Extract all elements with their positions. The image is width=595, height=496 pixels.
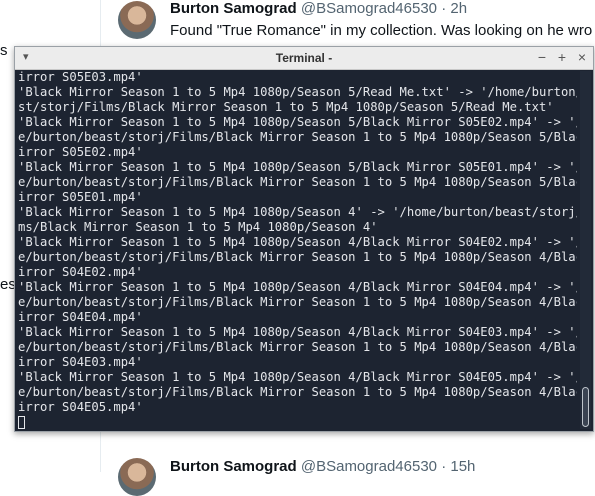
terminal-line: e/burton/beast/storj/Films/Black Mirror … [18, 385, 577, 399]
terminal-line: 'Black Mirror Season 1 to 5 Mp4 1080p/Se… [18, 160, 577, 174]
terminal-line: st/storj/Films/Black Mirror Season 1 to … [18, 100, 554, 114]
terminal-line: e/burton/beast/storj/Films/Black Mirror … [18, 175, 577, 189]
terminal-line: irror S05E03.mp4' [18, 70, 143, 84]
terminal-line: 'Black Mirror Season 1 to 5 Mp4 1080p/Se… [18, 235, 577, 249]
maximize-button[interactable]: + [555, 49, 569, 65]
terminal-line: irror S04E02.mp4' [18, 265, 143, 279]
terminal-line: 'Black Mirror Season 1 to 5 Mp4 1080p/Se… [18, 115, 577, 129]
terminal-title: Terminal - [275, 51, 333, 65]
close-button[interactable]: × [575, 49, 589, 65]
post-author-name[interactable]: Burton Samograd [170, 458, 297, 475]
terminal-line: e/burton/beast/storj/Films/Black Mirror … [18, 250, 577, 264]
terminal-window[interactable]: ▾ Terminal - − + × irror S05E03.mp4' 'Bl… [14, 46, 594, 432]
terminal-line: 'Black Mirror Season 1 to 5 Mp4 1080p/Se… [18, 205, 577, 219]
side-text-fragment: s [0, 42, 8, 59]
terminal-scrollbar[interactable] [580, 71, 591, 429]
terminal-line: 'Black Mirror Season 1 to 5 Mp4 1080p/Se… [18, 370, 577, 384]
post-header: Burton Samograd @BSamograd46530 · 2h [170, 0, 467, 17]
post-text: Found "True Romance" in my collection. W… [170, 22, 593, 39]
text-cursor [18, 416, 25, 429]
terminal-line: irror S05E02.mp4' [18, 145, 143, 159]
post-header: Burton Samograd @BSamograd46530 · 15h [170, 458, 475, 475]
avatar[interactable] [118, 458, 156, 496]
terminal-line: e/burton/beast/storj/Films/Black Mirror … [18, 130, 577, 144]
terminal-line: 'Black Mirror Season 1 to 5 Mp4 1080p/Se… [18, 280, 577, 294]
scrollbar-thumb[interactable] [582, 387, 589, 427]
terminal-line: irror S04E03.mp4' [18, 355, 143, 369]
post-author-name[interactable]: Burton Samograd [170, 0, 297, 17]
post-author-handle[interactable]: @BSamograd46530 [301, 458, 437, 475]
terminal-line: 'Black Mirror Season 1 to 5 Mp4 1080p/Se… [18, 325, 577, 339]
terminal-line: irror S04E05.mp4' [18, 400, 143, 414]
minimize-button[interactable]: − [535, 49, 549, 65]
terminal-line: irror S04E04.mp4' [18, 310, 143, 324]
terminal-titlebar[interactable]: ▾ Terminal - − + × [15, 47, 593, 70]
terminal-line: irror S05E01.mp4' [18, 190, 143, 204]
post-author-handle[interactable]: @BSamograd46530 [301, 0, 437, 17]
terminal-line: e/burton/beast/storj/Films/Black Mirror … [18, 340, 577, 354]
post-timestamp[interactable]: · 2h [441, 0, 467, 17]
terminal-line: ms/Black Mirror Season 1 to 5 Mp4 1080p/… [18, 220, 378, 234]
avatar[interactable] [118, 1, 156, 39]
terminal-output[interactable]: irror S05E03.mp4' 'Black Mirror Season 1… [18, 70, 577, 429]
terminal-prompt[interactable] [18, 415, 577, 429]
terminal-line: e/burton/beast/storj/Films/Black Mirror … [18, 295, 577, 309]
terminal-line: 'Black Mirror Season 1 to 5 Mp4 1080p/Se… [18, 85, 577, 99]
post-timestamp[interactable]: · 15h [441, 458, 475, 475]
